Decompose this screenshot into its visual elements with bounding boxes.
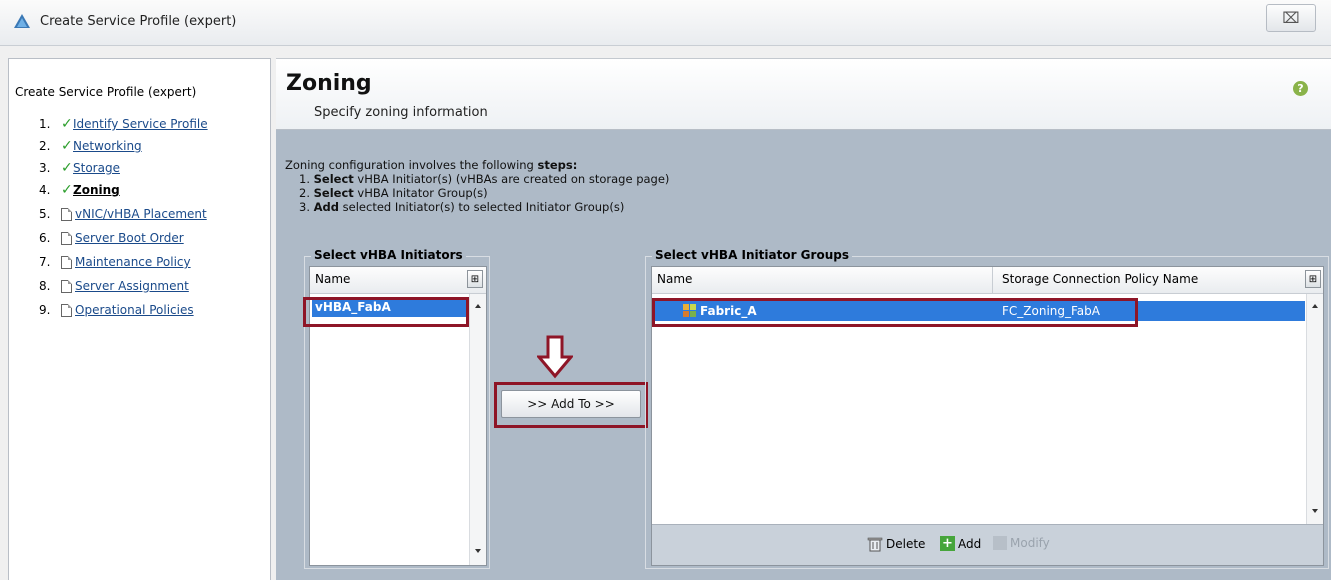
checkmark-icon: ✓ (61, 182, 73, 198)
page-title: Zoning (286, 71, 372, 96)
table-header: Name Storage Connection Policy Name ⊞ (652, 267, 1323, 294)
scroll-down-icon[interactable] (1312, 509, 1318, 513)
scroll-up-icon[interactable] (475, 304, 481, 308)
instruction-step: 2. Select vHBA Initator Group(s) (299, 186, 488, 200)
table-header: Name ⊞ (310, 267, 486, 294)
column-divider (992, 267, 993, 293)
wizard-step-operational[interactable]: 9. Operational Policies (39, 299, 194, 321)
modify-label: Modify (1010, 536, 1050, 550)
close-icon: ⌧ (1282, 9, 1300, 27)
add-button[interactable]: + Add (940, 536, 981, 551)
step-link[interactable]: Maintenance Policy (75, 255, 191, 269)
step-link[interactable]: vNIC/vHBA Placement (75, 207, 207, 221)
step-link[interactable]: Server Boot Order (75, 231, 184, 245)
instruction-line: Zoning configuration involves the follow… (285, 158, 578, 172)
step-number: 4. (39, 183, 51, 197)
instruction-step: 3. Add selected Initiator(s) to selected… (299, 200, 625, 214)
initiators-group-title: Select vHBA Initiators (311, 248, 466, 262)
step-link[interactable]: Server Assignment (75, 279, 189, 293)
page-icon (61, 303, 72, 317)
wizard-heading: Create Service Profile (expert) (15, 85, 197, 99)
wizard-step-server-assignment[interactable]: 8. Server Assignment (39, 275, 189, 297)
page-icon (61, 207, 72, 221)
highlight-frame (303, 297, 469, 327)
step-number: 6. (39, 231, 51, 245)
page-subtitle: Specify zoning information (314, 105, 488, 120)
step-link[interactable]: Identify Service Profile (73, 117, 208, 131)
step-number: 7. (39, 255, 51, 269)
title-bar: Create Service Profile (expert) ⌧ (0, 0, 1331, 46)
wizard-step-identify[interactable]: 1. ✓ Identify Service Profile (39, 113, 208, 135)
page-header: Zoning Specify zoning information ? (276, 58, 1331, 130)
close-button[interactable]: ⌧ (1266, 4, 1316, 32)
column-header-name[interactable]: Name (657, 272, 692, 286)
highlight-frame (652, 298, 1138, 327)
step-link[interactable]: Networking (73, 139, 142, 153)
plus-icon: + (940, 536, 955, 551)
step-number: 1. (39, 117, 51, 131)
wizard-step-networking[interactable]: 2. ✓ Networking (39, 135, 142, 157)
scrollbar[interactable] (1306, 294, 1323, 525)
help-icon[interactable]: ? (1293, 81, 1308, 96)
step-number: 2. (39, 139, 51, 153)
window-title: Create Service Profile (expert) (40, 14, 237, 29)
column-chooser-icon[interactable]: ⊞ (467, 270, 483, 288)
modify-button[interactable]: Modify (993, 536, 1050, 550)
checkmark-icon: ✓ (61, 138, 73, 154)
wizard-steps-panel: Create Service Profile (expert) 1. ✓ Ide… (8, 58, 271, 580)
add-to-button[interactable]: >> Add To >> (501, 390, 641, 418)
page-icon (61, 255, 72, 269)
zoning-instructions: Zoning configuration involves the follow… (285, 158, 669, 214)
step-link[interactable]: Storage (73, 161, 120, 175)
scrollbar[interactable] (469, 294, 486, 565)
column-chooser-icon[interactable]: ⊞ (1305, 270, 1321, 288)
step-number: 9. (39, 303, 51, 317)
modify-icon (993, 536, 1007, 550)
step-link-current[interactable]: Zoning (73, 183, 120, 197)
wizard-step-maintenance[interactable]: 7. Maintenance Policy (39, 251, 191, 273)
step-number: 3. (39, 161, 51, 175)
wizard-step-storage[interactable]: 3. ✓ Storage (39, 157, 120, 179)
initiator-groups-title: Select vHBA Initiator Groups (652, 248, 852, 262)
delete-label: Delete (886, 537, 926, 551)
page-icon (61, 279, 72, 293)
step-link[interactable]: Operational Policies (75, 303, 194, 317)
column-header-name[interactable]: Name (315, 272, 350, 286)
scroll-up-icon[interactable] (1312, 304, 1318, 308)
wizard-step-zoning[interactable]: 4. ✓ Zoning (39, 179, 120, 201)
page-icon (61, 231, 72, 245)
checkmark-icon: ✓ (61, 116, 73, 132)
wizard-step-placement[interactable]: 5. vNIC/vHBA Placement (39, 203, 207, 225)
step-number: 5. (39, 207, 51, 221)
wizard-step-boot-order[interactable]: 6. Server Boot Order (39, 227, 184, 249)
instruction-step: 1. Select vHBA Initiator(s) (vHBAs are c… (299, 172, 670, 186)
scroll-down-icon[interactable] (475, 549, 481, 553)
app-logo-icon (14, 14, 30, 28)
zoning-content: Zoning configuration involves the follow… (276, 130, 1331, 580)
trash-icon (867, 537, 883, 552)
checkmark-icon: ✓ (61, 160, 73, 176)
add-label: Add (958, 536, 982, 551)
groups-toolbar: Delete + Add Modify (652, 524, 1323, 565)
arrow-down-icon (537, 335, 573, 379)
step-number: 8. (39, 279, 51, 293)
column-header-policy[interactable]: Storage Connection Policy Name (1002, 272, 1198, 286)
delete-button[interactable]: Delete (867, 536, 925, 552)
